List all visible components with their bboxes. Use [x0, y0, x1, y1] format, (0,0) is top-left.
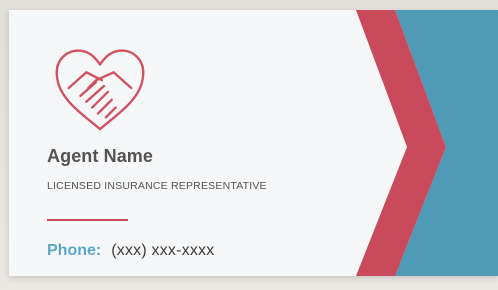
decorative-chevron-band [356, 10, 498, 276]
business-card-scene: Agent Name LICENSED INSURANCE REPRESENTA… [0, 0, 498, 290]
